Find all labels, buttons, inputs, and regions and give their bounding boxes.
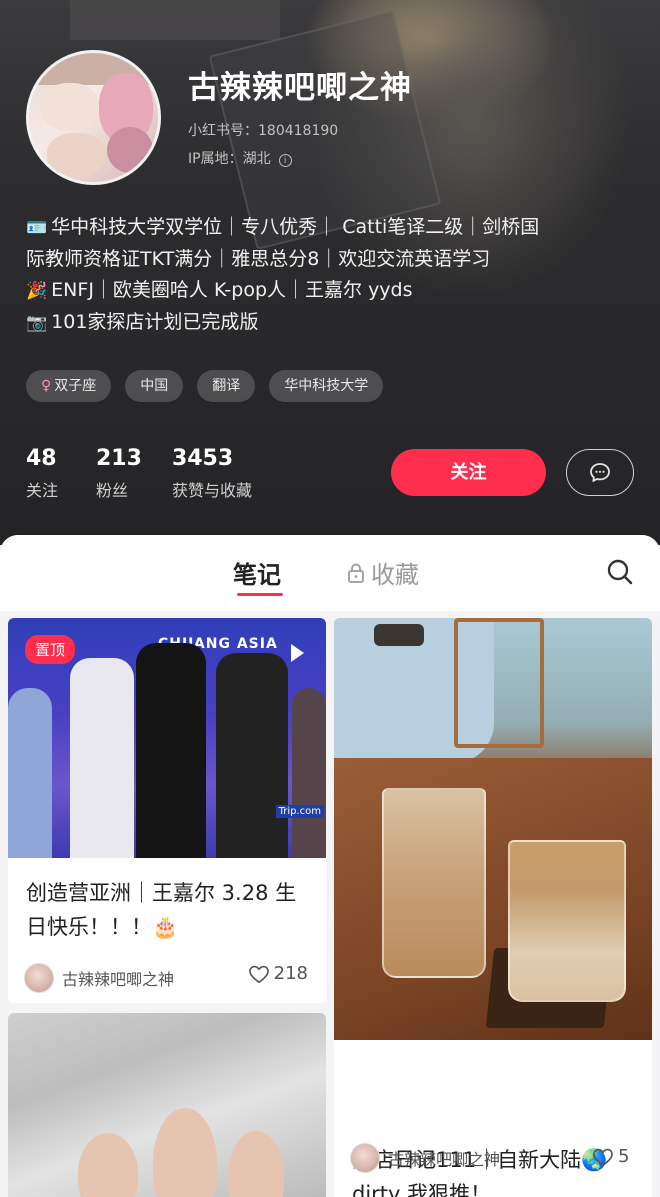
tag-label: 双子座 xyxy=(54,378,97,394)
heart-icon xyxy=(593,1148,613,1166)
author-name: 古辣辣吧唧之神 xyxy=(62,970,175,989)
avatar[interactable] xyxy=(26,50,161,185)
post-card[interactable]: CHUANG ASIA Trip.com 置顶 创造营亚洲｜王嘉尔 3.28 生… xyxy=(8,618,326,1003)
post-card[interactable]: 探店日记111｜自新大陆🌏dirty 我狠推！ xyxy=(334,618,652,1197)
tab-favorites-label: 收藏 xyxy=(371,561,419,589)
ip-location-text: IP属地：湖北 xyxy=(188,151,271,167)
tag-location[interactable]: 中国 xyxy=(125,370,184,402)
content-area: 笔记 收藏 CHUANG ASIA Trip.com 置顶 创造营亚洲｜王嘉尔 … xyxy=(0,535,660,1197)
sponsor-logo: Trip.com xyxy=(275,805,324,818)
stat-following[interactable]: 48 关注 xyxy=(26,446,66,501)
profile-header: 古辣辣吧唧之神 小红书号：180418190 IP属地：湖北 i 🪪 华中科技大学双… xyxy=(0,0,660,545)
redbook-id[interactable]: 小红书号：180418190 xyxy=(188,120,338,140)
stat-value: 213 xyxy=(96,446,142,471)
active-tab-indicator xyxy=(237,593,283,596)
lock-icon xyxy=(348,563,364,583)
bio-line: 际教师资格证TKT满分｜雅思总分8｜欢迎交流英语学习 xyxy=(26,244,641,275)
female-icon: ♀ xyxy=(41,378,52,394)
id-card-icon: 🪪 xyxy=(26,218,48,238)
chat-bubble-icon xyxy=(590,462,610,482)
username: 古辣辣吧唧之神 xyxy=(188,70,412,106)
post-title: 创造营亚洲｜王嘉尔 3.28 生日快乐！！！🎂 xyxy=(26,881,297,939)
follow-button[interactable]: 关注 xyxy=(391,449,546,496)
profile-tags: ♀ 双子座 中国 翻译 华中科技大学 xyxy=(26,370,384,402)
bio-line-text: ENFJ｜欧美圈哈人 K-pop人｜王嘉尔 yyds xyxy=(51,279,413,301)
like-count: 218 xyxy=(273,963,308,984)
heart-icon xyxy=(248,965,269,983)
stat-label: 关注 xyxy=(26,481,59,500)
bio-line-text: 华中科技大学双学位｜专八优秀｜ Catti笔译二级｜剑桥国 xyxy=(51,216,540,238)
like-button[interactable]: 218 xyxy=(248,963,308,984)
profile-stats: 48 关注 213 粉丝 3453 获赞与收藏 xyxy=(26,446,282,501)
like-count: 5 xyxy=(618,1146,630,1167)
info-icon[interactable]: i xyxy=(278,154,292,167)
play-icon xyxy=(291,644,304,662)
like-button[interactable]: 5 xyxy=(592,1146,629,1167)
tab-favorites[interactable]: 收藏 xyxy=(347,555,419,590)
bio: 🪪 华中科技大学双学位｜专八优秀｜ Catti笔译二级｜剑桥国 际教师资格证TKT… xyxy=(26,212,641,339)
post-cover-image xyxy=(8,1013,326,1197)
stat-label: 粉丝 xyxy=(96,481,129,500)
stat-label: 获赞与收藏 xyxy=(171,481,252,500)
post-author[interactable]: 古辣辣吧唧之神 xyxy=(350,1143,500,1173)
stat-value: 48 xyxy=(26,446,57,471)
party-popper-icon: 🎉 xyxy=(26,281,48,301)
author-avatar xyxy=(350,1143,380,1173)
tag-zodiac[interactable]: ♀ 双子座 xyxy=(26,370,112,402)
bio-line: 🪪 华中科技大学双学位｜专八优秀｜ Catti笔译二级｜剑桥国 xyxy=(26,212,641,244)
message-button[interactable] xyxy=(566,449,634,496)
tag-profession[interactable]: 翻译 xyxy=(197,370,256,402)
bio-line-text: 101家探店计划已完成版 xyxy=(51,311,259,333)
post-card[interactable] xyxy=(8,1013,326,1197)
tab-notes[interactable]: 笔记 xyxy=(233,555,281,590)
search-icon[interactable] xyxy=(605,557,635,587)
ip-location: IP属地：湖北 i xyxy=(188,148,292,168)
stat-followers[interactable]: 213 粉丝 xyxy=(96,446,142,501)
tag-school[interactable]: 华中科技大学 xyxy=(269,370,384,402)
pinned-badge: 置顶 xyxy=(25,635,76,664)
tab-bar: 笔记 收藏 xyxy=(0,535,660,611)
bio-line: 📷 101家探店计划已完成版 xyxy=(26,307,641,339)
post-cover-image xyxy=(334,618,652,1040)
author-avatar xyxy=(24,963,54,993)
post-author[interactable]: 古辣辣吧唧之神 xyxy=(24,963,174,993)
bio-line: 🎉 ENFJ｜欧美圈哈人 K-pop人｜王嘉尔 yyds xyxy=(26,275,641,307)
stat-value: 3453 xyxy=(171,446,234,471)
background-photo-detail xyxy=(70,0,280,40)
author-name: 古辣辣吧唧之神 xyxy=(388,1150,501,1169)
camera-icon: 📷 xyxy=(26,313,48,333)
stat-likes-favorites[interactable]: 3453 获赞与收藏 xyxy=(172,446,252,501)
bio-line-text: 际教师资格证TKT满分｜雅思总分8｜欢迎交流英语学习 xyxy=(26,248,491,270)
